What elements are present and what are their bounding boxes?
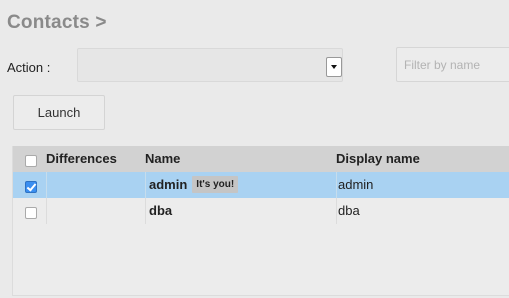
display-name-cell: dba [336, 198, 509, 224]
select-all-cell [13, 146, 43, 172]
row-checkbox[interactable] [25, 207, 37, 219]
table-row[interactable]: admin It's you! admin [13, 172, 509, 198]
launch-button[interactable]: Launch [13, 95, 105, 130]
contact-display-name: admin [338, 177, 374, 192]
column-header-differences[interactable]: Differences [46, 146, 144, 172]
row-select-cell [13, 198, 43, 224]
filter-by-name-input[interactable] [396, 47, 509, 82]
differences-cell [46, 172, 144, 198]
table-row[interactable]: dba dba [13, 198, 509, 224]
contacts-table: Differences Name Display name admin It's … [12, 146, 509, 296]
table-header-row: Differences Name Display name [13, 146, 509, 172]
column-header-display-name[interactable]: Display name [336, 146, 509, 172]
contact-display-name: dba [338, 203, 360, 218]
chevron-down-icon[interactable] [326, 57, 342, 77]
column-header-name[interactable]: Name [145, 146, 335, 172]
current-user-badge: It's you! [192, 176, 239, 194]
display-name-cell: admin [336, 172, 509, 198]
contacts-page: Contacts > Action : Launch Differences N… [0, 0, 509, 298]
action-label: Action : [7, 60, 51, 75]
select-all-checkbox[interactable] [25, 155, 37, 167]
name-cell: admin It's you! [145, 172, 335, 198]
row-checkbox[interactable] [25, 181, 37, 193]
action-select[interactable] [77, 48, 343, 82]
row-select-cell [13, 172, 43, 198]
contact-name: admin [149, 177, 188, 192]
contact-name: dba [149, 203, 173, 218]
name-cell: dba [145, 198, 335, 224]
differences-cell [46, 198, 144, 224]
page-title[interactable]: Contacts > [7, 12, 107, 34]
